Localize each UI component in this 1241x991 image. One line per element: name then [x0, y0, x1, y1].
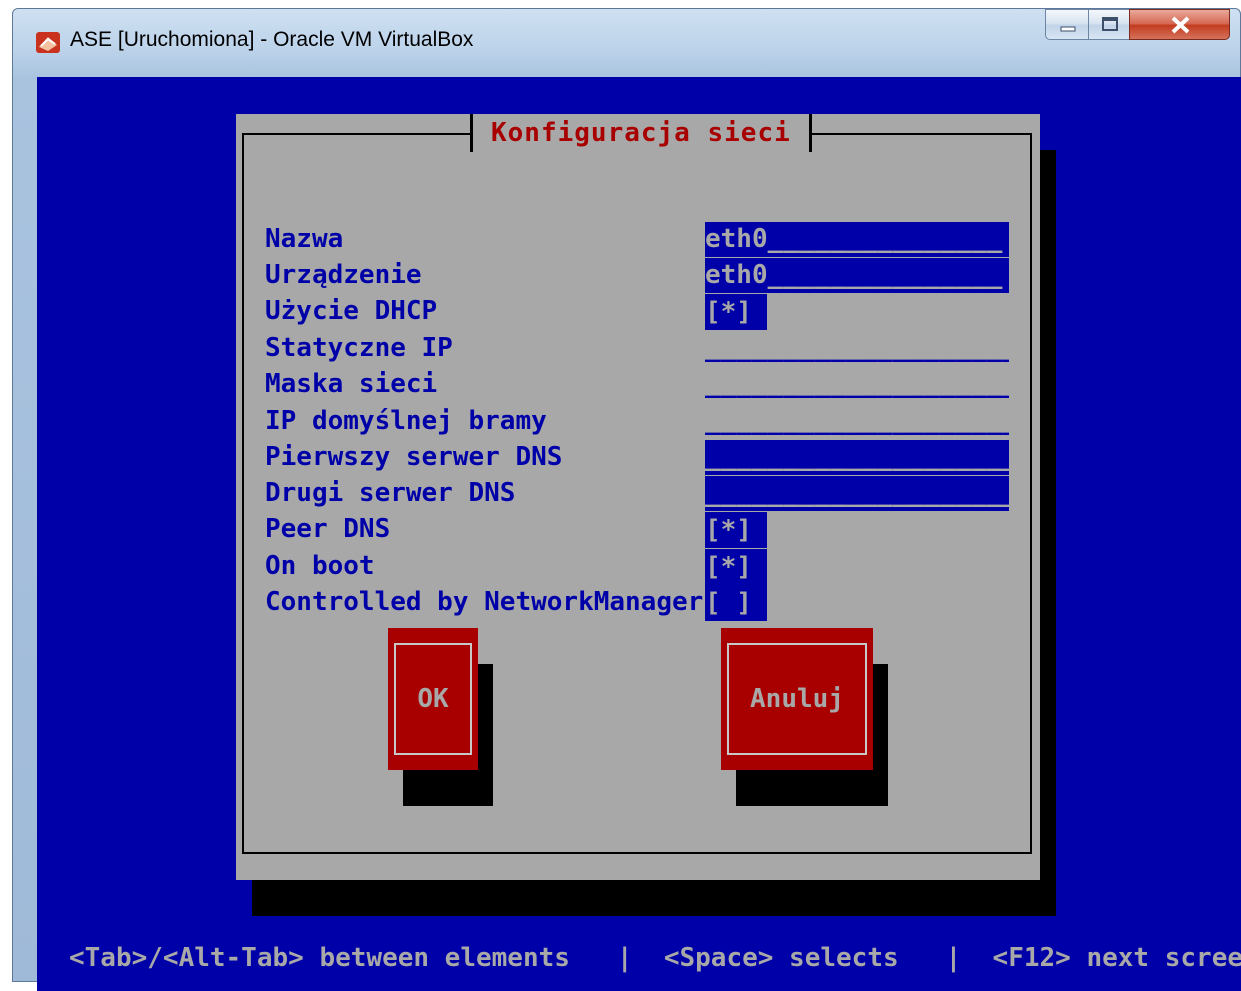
peer-dns-checkbox[interactable]: [*] — [705, 512, 767, 548]
label-dns1: Pierwszy serwer DNS — [265, 442, 563, 472]
urzadzenie-input[interactable]: eth0_______________ — [705, 258, 1009, 293]
dialog-shadow-right — [1040, 150, 1056, 916]
label-nazwa: Nazwa — [265, 224, 344, 254]
title-bar[interactable]: ASE [Uruchomiona] - Oracle VM VirtualBox — [13, 9, 1240, 71]
ok-button-frame: OK — [394, 643, 472, 755]
dialog-shadow — [252, 880, 1056, 916]
label-networkmanager: Controlled by NetworkManager — [265, 587, 704, 617]
dns1-input[interactable]: ____________________ — [705, 440, 1009, 475]
label-dhcp: Użycie DHCP — [265, 296, 438, 326]
window-title: ASE [Uruchomiona] - Oracle VM VirtualBox — [70, 28, 474, 51]
label-urzadzenie: Urządzenie — [265, 260, 422, 290]
help-line: <Tab>/<Alt-Tab> between elements | <Spac… — [69, 943, 1241, 973]
netmask-input[interactable]: ____________________ — [705, 367, 1009, 402]
virtualbox-app-icon — [36, 32, 60, 53]
cancel-button[interactable]: Anuluj — [721, 628, 873, 770]
ok-button-label: OK — [417, 684, 449, 714]
network-config-dialog: Konfiguracja sieci Nazwa eth0___________… — [236, 114, 1040, 880]
minimize-icon — [1060, 26, 1076, 32]
on-boot-checkbox[interactable]: [*] — [705, 549, 767, 585]
label-static-ip: Statyczne IP — [265, 333, 453, 363]
nazwa-input[interactable]: eth0_______________ — [705, 222, 1009, 257]
label-peer-dns: Peer DNS — [265, 514, 391, 544]
dialog-title: Konfiguracja sieci — [491, 118, 791, 148]
maximize-button[interactable] — [1088, 9, 1130, 40]
guest-screen[interactable]: Konfiguracja sieci Nazwa eth0___________… — [37, 77, 1241, 991]
gateway-input[interactable]: ____________________ — [705, 404, 1009, 439]
dialog-title-box: Konfiguracja sieci — [470, 114, 812, 152]
maximize-icon — [1102, 17, 1118, 31]
dns2-input[interactable]: ____________________ — [705, 476, 1009, 511]
close-icon — [1171, 16, 1190, 34]
minimize-button[interactable] — [1045, 9, 1089, 40]
cancel-button-frame: Anuluj — [727, 643, 867, 755]
label-dns2: Drugi serwer DNS — [265, 478, 516, 508]
label-netmask: Maska sieci — [265, 369, 438, 399]
label-on-boot: On boot — [265, 551, 375, 581]
cancel-button-label: Anuluj — [750, 684, 844, 714]
static-ip-input[interactable]: ____________________ — [705, 331, 1009, 366]
dhcp-checkbox[interactable]: [*] — [705, 294, 767, 330]
ok-button[interactable]: OK — [388, 628, 478, 770]
virtualbox-window: ASE [Uruchomiona] - Oracle VM VirtualBox… — [12, 8, 1241, 991]
label-gateway: IP domyślnej bramy — [265, 406, 547, 436]
close-button[interactable] — [1129, 9, 1230, 40]
networkmanager-checkbox[interactable]: [ ] — [705, 585, 767, 621]
